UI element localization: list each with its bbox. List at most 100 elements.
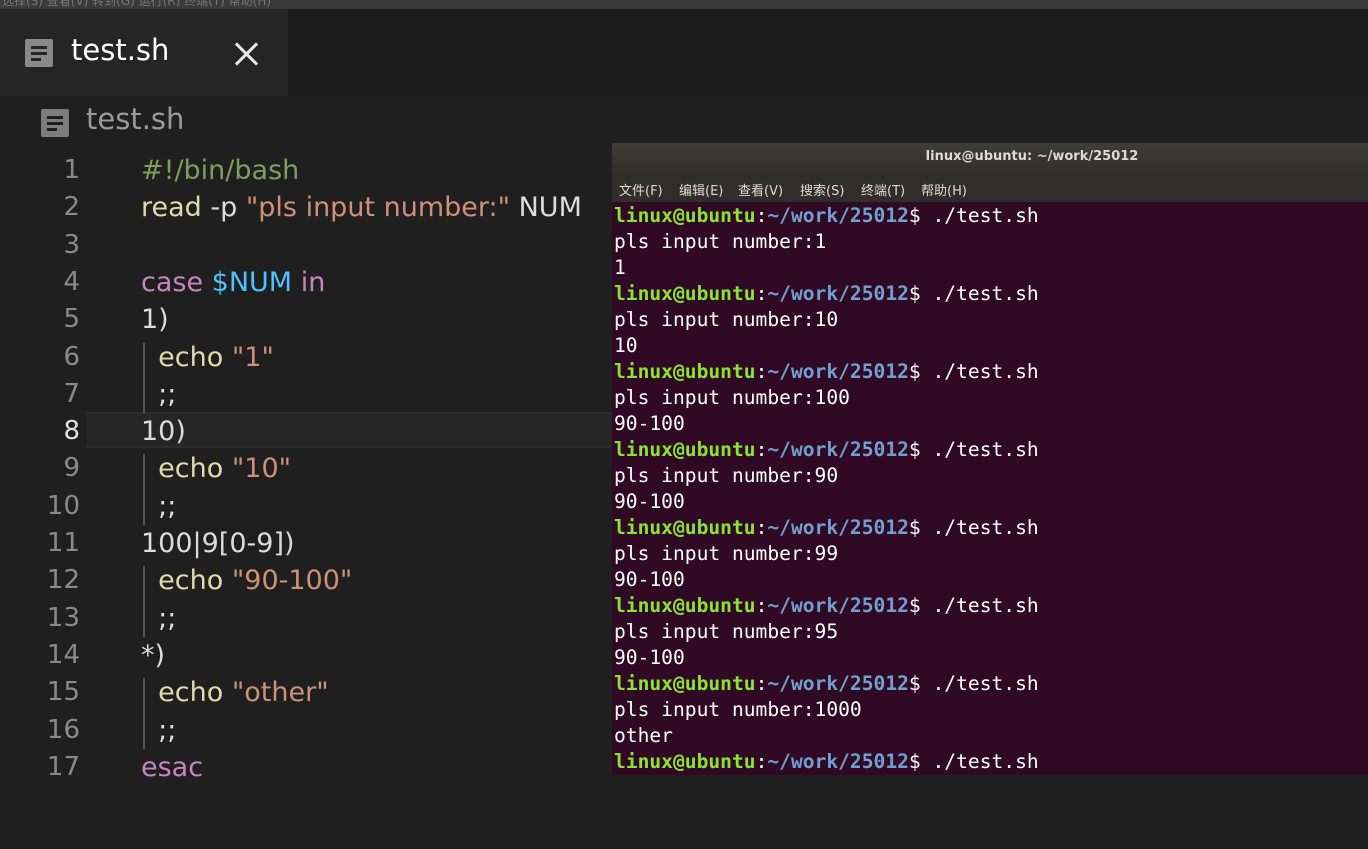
terminal-menubar: 文件(F) 编辑(E) 查看(V) 搜索(S) 终端(T) 帮助(H) — [612, 173, 1368, 202]
prompt-user: linux@ubuntu — [614, 672, 756, 695]
prompt-command: ./test.sh — [932, 750, 1039, 773]
terminal-output-line: pls input number:100 — [614, 386, 850, 409]
code-token: 10) — [141, 416, 186, 448]
editor-file-title: test.sh — [86, 102, 185, 136]
prompt-separator: : — [755, 438, 768, 461]
terminal-menu-item[interactable]: 搜索(S) — [800, 180, 844, 199]
code-token: NUM — [510, 192, 582, 224]
terminal-prompt-line: linux@ubuntu:~/work/25012$ ./test.sh — [614, 281, 1039, 307]
prompt-command: ./test.sh — [932, 438, 1039, 461]
code-line: ;; — [141, 600, 176, 637]
line-number: 3 — [63, 229, 80, 260]
terminal-output-line: 90-100 — [614, 646, 685, 669]
prompt-separator: : — [755, 360, 768, 383]
code-line: esac — [141, 749, 203, 786]
terminal-output-line: other — [614, 724, 673, 747]
prompt-separator: : — [755, 672, 768, 695]
line-number: 10 — [46, 490, 80, 521]
terminal-menu-item[interactable]: 文件(F) — [619, 180, 663, 199]
tab-test-sh[interactable]: test.sh — [0, 9, 288, 96]
line-number: 2 — [63, 192, 80, 223]
terminal-output-line: pls input number:95 — [614, 620, 839, 643]
code-token: *) — [141, 639, 166, 671]
line-number: 6 — [63, 341, 80, 372]
code-token: read — [141, 192, 202, 224]
code-token: echo — [158, 453, 224, 485]
prompt-separator: : — [755, 516, 768, 539]
prompt-path: ~/work/25012 — [767, 594, 909, 617]
prompt-symbol: $ — [908, 204, 933, 227]
app-menubar-fragment: 选择(S) 查看(V) 转到(G) 运行(R) 终端(T) 帮助(H) — [0, 0, 1368, 9]
prompt-user: linux@ubuntu — [614, 438, 756, 461]
code-line: read -p "pls input number:" NUM — [141, 189, 582, 226]
code-token: "1" — [231, 341, 274, 373]
terminal-window[interactable]: linux@ubuntu: ~/work/25012 文件(F) 编辑(E) 查看(… — [612, 143, 1368, 775]
terminal-menu-item[interactable]: 查看(V) — [738, 180, 783, 199]
code-token: ;; — [141, 378, 177, 410]
code-token: case — [141, 266, 204, 298]
prompt-command: ./test.sh — [932, 672, 1039, 695]
prompt-separator: : — [755, 750, 768, 773]
code-token: "pls input number:" — [245, 192, 511, 224]
prompt-user: linux@ubuntu — [614, 282, 756, 305]
prompt-separator: : — [755, 594, 768, 617]
code-token: $NUM — [211, 266, 293, 298]
code-token: in — [300, 266, 326, 298]
terminal-output-line: pls input number:90 — [614, 464, 839, 487]
prompt-symbol: $ — [908, 750, 933, 773]
terminal-menu-item[interactable]: 帮助(H) — [921, 180, 967, 199]
code-line: echo "90-100" — [141, 562, 352, 599]
prompt-command: ./test.sh — [932, 204, 1039, 227]
code-line: ;; — [141, 488, 176, 525]
code-line: case $NUM in — [141, 264, 325, 301]
terminal-prompt-line: linux@ubuntu:~/work/25012$ ./test.sh — [614, 203, 1039, 229]
indent-guide — [143, 566, 145, 637]
code-line: 100|9[0-9]) — [141, 525, 295, 562]
close-icon[interactable] — [230, 37, 264, 71]
app-menubar-text: 选择(S) 查看(V) 转到(G) 运行(R) 终端(T) 帮助(H) — [2, 0, 272, 8]
line-number: 9 — [63, 453, 80, 484]
code-token: ;; — [141, 490, 177, 522]
terminal-output-line: pls input number:1000 — [614, 698, 862, 721]
code-token: echo — [158, 341, 224, 373]
terminal-menu-item[interactable]: 终端(T) — [861, 180, 905, 199]
line-number: 14 — [46, 639, 80, 670]
terminal-output-line: 90-100 — [614, 568, 685, 591]
line-number: 15 — [46, 677, 80, 708]
code-token: echo — [158, 565, 224, 597]
code-token: #!/bin/bash — [141, 155, 300, 186]
line-number: 12 — [46, 565, 80, 596]
line-number: 8 — [63, 416, 80, 447]
tab-bar: test.sh — [0, 9, 1368, 96]
prompt-symbol: $ — [908, 516, 933, 539]
code-line: 1) — [141, 301, 169, 338]
code-token: echo — [158, 677, 224, 709]
prompt-symbol: $ — [908, 672, 933, 695]
terminal-output-line: pls input number:10 — [614, 308, 839, 331]
prompt-symbol: $ — [908, 360, 933, 383]
code-token: 1) — [141, 304, 169, 336]
line-number: 4 — [63, 266, 80, 297]
line-number: 16 — [46, 714, 80, 745]
terminal-titlebar[interactable]: linux@ubuntu: ~/work/25012 — [612, 143, 1368, 173]
prompt-path: ~/work/25012 — [767, 360, 909, 383]
code-token: "other" — [231, 677, 329, 709]
file-icon — [41, 109, 69, 137]
line-number: 11 — [46, 528, 80, 558]
prompt-path: ~/work/25012 — [767, 516, 909, 539]
code-token: ;; — [141, 714, 177, 746]
terminal-output-line: pls input number:1 — [614, 230, 827, 253]
code-token: 100|9[0-9]) — [141, 528, 295, 559]
line-number: 13 — [46, 602, 80, 633]
terminal-menu-item[interactable]: 编辑(E) — [679, 180, 723, 199]
prompt-symbol: $ — [908, 594, 933, 617]
terminal-output-line: 1 — [614, 256, 626, 279]
prompt-path: ~/work/25012 — [767, 672, 909, 695]
prompt-separator: : — [755, 204, 768, 227]
terminal-output-line: 90-100 — [614, 490, 685, 513]
